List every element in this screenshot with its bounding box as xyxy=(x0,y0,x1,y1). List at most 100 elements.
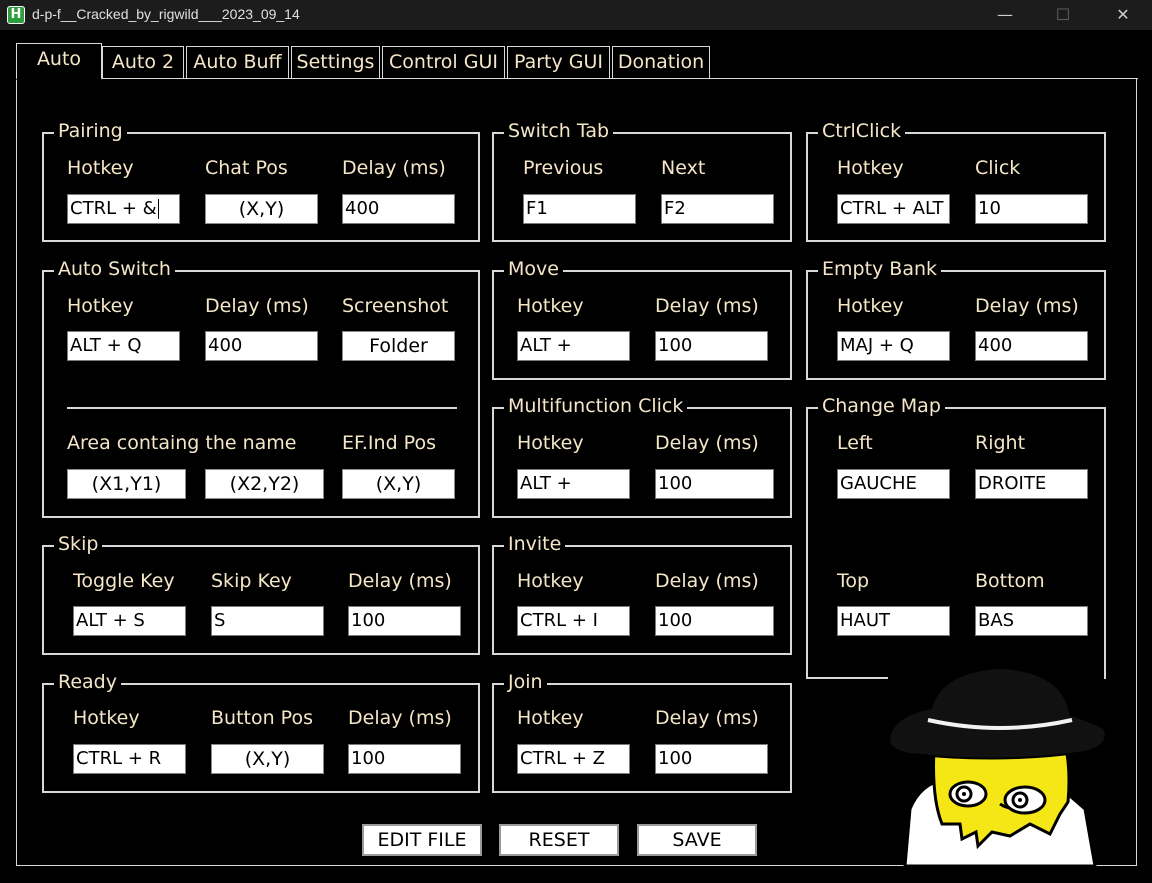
field-value: CTRL + & xyxy=(70,198,157,219)
tab-auto-2[interactable]: Auto 2 xyxy=(102,46,184,78)
pairing-chatpos-label: Chat Pos xyxy=(205,157,288,179)
group-title: Skip xyxy=(54,533,103,555)
invite-hotkey-label: Hotkey xyxy=(517,570,584,592)
group-title: Auto Switch xyxy=(54,258,175,280)
auto-switch-hotkey-label: Hotkey xyxy=(67,295,134,317)
tab-auto[interactable]: Auto xyxy=(16,43,102,80)
pairing-hotkey-field[interactable]: CTRL + & xyxy=(67,194,180,224)
ready-hotkey-label: Hotkey xyxy=(73,707,140,729)
invite-hotkey-field[interactable]: CTRL + I xyxy=(517,606,630,636)
pairing-delay-field[interactable]: 400 xyxy=(342,194,455,224)
ef-ind-pos-button[interactable]: (X,Y) xyxy=(342,469,455,499)
group-title: Ready xyxy=(54,671,121,693)
ready-button-pos-button[interactable]: (X,Y) xyxy=(211,744,324,774)
join-group: Join xyxy=(492,671,792,793)
invite-delay-label: Delay (ms) xyxy=(655,570,759,592)
change-map-top-field[interactable]: HAUT xyxy=(837,606,950,636)
ctrlclick-click-label: Click xyxy=(975,157,1021,179)
close-button[interactable]: ✕ xyxy=(1094,0,1152,30)
group-title: Pairing xyxy=(54,120,127,142)
skip-delay-field[interactable]: 100 xyxy=(348,606,461,636)
pairing-group: Pairing xyxy=(42,120,480,242)
empty-bank-group: Empty Bank xyxy=(806,258,1106,380)
change-map-left-label: Left xyxy=(837,432,873,454)
save-button[interactable]: SAVE xyxy=(637,824,757,856)
change-map-bottom-label: Bottom xyxy=(975,570,1045,592)
app-icon: H xyxy=(7,6,25,24)
group-title: Multifunction Click xyxy=(504,395,688,417)
tab-auto-buff[interactable]: Auto Buff xyxy=(186,46,289,78)
join-hotkey-field[interactable]: CTRL + Z xyxy=(517,744,630,774)
window-title: d-p-f__Cracked_by_rigwild___2023_09_14 xyxy=(32,6,300,22)
multifunction-delay-label: Delay (ms) xyxy=(655,432,759,454)
tab-settings[interactable]: Settings xyxy=(291,46,380,78)
multifunction-hotkey-label: Hotkey xyxy=(517,432,584,454)
switch-tab-previous-field[interactable]: F1 xyxy=(523,194,636,224)
area-start-button[interactable]: (X1,Y1) xyxy=(67,469,186,499)
empty-bank-hotkey-field[interactable]: MAJ + Q xyxy=(837,331,950,361)
group-title: Join xyxy=(504,671,547,693)
move-hotkey-field[interactable]: ALT + xyxy=(517,331,630,361)
tab-party-gui[interactable]: Party GUI xyxy=(507,46,610,78)
tab-donation[interactable]: Donation xyxy=(612,46,710,78)
maximize-button[interactable]: ☐ xyxy=(1034,0,1092,30)
move-group: Move xyxy=(492,258,792,380)
skip-key-field[interactable]: S xyxy=(211,606,324,636)
multifunction-delay-field[interactable]: 100 xyxy=(655,469,774,499)
divider xyxy=(806,677,888,679)
change-map-top-label: Top xyxy=(837,570,870,592)
ctrlclick-hotkey-field[interactable]: CTRL + ALT xyxy=(837,194,950,224)
switch-tab-next-label: Next xyxy=(661,157,706,179)
invite-delay-field[interactable]: 100 xyxy=(655,606,774,636)
empty-bank-hotkey-label: Hotkey xyxy=(837,295,904,317)
switch-tab-next-field[interactable]: F2 xyxy=(661,194,774,224)
change-map-right-label: Right xyxy=(975,432,1026,454)
tab-control-gui[interactable]: Control GUI xyxy=(382,46,505,78)
pairing-delay-label: Delay (ms) xyxy=(342,157,446,179)
invite-group: Invite xyxy=(492,533,792,655)
skip-key-label: Skip Key xyxy=(211,570,292,592)
multifunction-hotkey-field[interactable]: ALT + xyxy=(517,469,630,499)
ctrlclick-click-field[interactable]: 10 xyxy=(975,194,1088,224)
minimize-button[interactable]: — xyxy=(976,0,1034,30)
group-title: Empty Bank xyxy=(818,258,942,280)
skip-delay-label: Delay (ms) xyxy=(348,570,452,592)
join-hotkey-label: Hotkey xyxy=(517,707,584,729)
skip-toggle-key-field[interactable]: ALT + S xyxy=(73,606,186,636)
ctrlclick-group: CtrlClick xyxy=(806,120,1106,242)
reset-button[interactable]: RESET xyxy=(499,824,619,856)
auto-switch-screenshot-label: Screenshot xyxy=(342,295,449,317)
ready-button-pos-label: Button Pos xyxy=(211,707,313,729)
ready-hotkey-field[interactable]: CTRL + R xyxy=(73,744,186,774)
auto-switch-delay-field[interactable]: 400 xyxy=(205,331,318,361)
pairing-chatpos-button[interactable]: (X,Y) xyxy=(205,194,318,224)
ef-ind-pos-label: EF.Ind Pos xyxy=(342,432,436,454)
area-name-label: Area containg the name xyxy=(67,432,297,454)
divider xyxy=(67,407,457,409)
screenshot-folder-button[interactable]: Folder xyxy=(342,331,455,361)
auto-switch-hotkey-field[interactable]: ALT + Q xyxy=(67,331,180,361)
skip-group: Skip xyxy=(42,533,480,655)
move-delay-field[interactable]: 100 xyxy=(655,331,768,361)
join-delay-field[interactable]: 100 xyxy=(655,744,768,774)
change-map-left-field[interactable]: GAUCHE xyxy=(837,469,950,499)
switch-tab-group: Switch Tab xyxy=(492,120,792,242)
pairing-hotkey-label: Hotkey xyxy=(67,157,134,179)
ready-group: Ready xyxy=(42,671,480,793)
change-map-right-field[interactable]: DROITE xyxy=(975,469,1088,499)
area-end-button[interactable]: (X2,Y2) xyxy=(205,469,324,499)
mascot-image xyxy=(888,669,1107,866)
switch-tab-previous-label: Previous xyxy=(523,157,604,179)
group-title: Invite xyxy=(504,533,566,555)
ready-delay-label: Delay (ms) xyxy=(348,707,452,729)
multifunction-click-group: Multifunction Click xyxy=(492,395,792,518)
move-delay-label: Delay (ms) xyxy=(655,295,759,317)
group-title: Switch Tab xyxy=(504,120,614,142)
empty-bank-delay-label: Delay (ms) xyxy=(975,295,1079,317)
ready-delay-field[interactable]: 100 xyxy=(348,744,461,774)
move-hotkey-label: Hotkey xyxy=(517,295,584,317)
edit-file-button[interactable]: EDIT FILE xyxy=(362,824,482,856)
change-map-bottom-field[interactable]: BAS xyxy=(975,606,1088,636)
empty-bank-delay-field[interactable]: 400 xyxy=(975,331,1088,361)
group-title: Change Map xyxy=(818,395,945,417)
